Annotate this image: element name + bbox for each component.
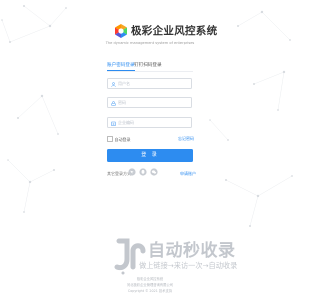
footer-copyright: Copyright © 2021 技术支持 [127, 289, 173, 293]
auto-login-label: 自动登录 [114, 136, 131, 142]
password-input[interactable] [118, 98, 190, 107]
register-link[interactable]: 申请账户 [180, 171, 196, 177]
brand-slogan: The dynamic management system of enterpr… [105, 41, 195, 45]
lock-icon [111, 100, 116, 106]
tab-password-login[interactable]: 账户密码登录 [107, 62, 135, 71]
auto-login-checkbox[interactable]: 自动登录 [107, 136, 131, 143]
dingtalk-icon[interactable] [128, 168, 136, 176]
password-field[interactable] [107, 97, 192, 108]
wechat-icon[interactable] [150, 168, 158, 176]
checkbox-box[interactable] [107, 136, 113, 142]
brand-title: 极彩企业风控系统 [131, 25, 218, 37]
qq-icon[interactable] [139, 168, 147, 176]
company-code-field[interactable] [107, 117, 192, 128]
forgot-password-link[interactable]: 忘记密码 [178, 136, 194, 142]
login-tabs: 账户密码登录 钉钉扫码登录 [107, 62, 193, 72]
company-code-input[interactable] [118, 118, 190, 127]
brand-logo-icon [115, 24, 127, 38]
username-input[interactable] [118, 79, 190, 88]
company-icon [111, 121, 116, 126]
watermark-title: 自动秒收录 [148, 241, 236, 261]
login-button[interactable]: 登 录 [107, 149, 193, 162]
user-icon [111, 81, 116, 87]
tab-dingtalk-login[interactable]: 钉钉扫码登录 [134, 62, 162, 68]
username-field[interactable] [107, 78, 192, 89]
footer-company: 河北极彩企业管理咨询有限公司 [126, 283, 174, 287]
footer-system-name: 极彩企业风控系统 [136, 277, 164, 281]
watermark-subtitle: 做上链接→来访一次→自动收录 [139, 261, 238, 270]
